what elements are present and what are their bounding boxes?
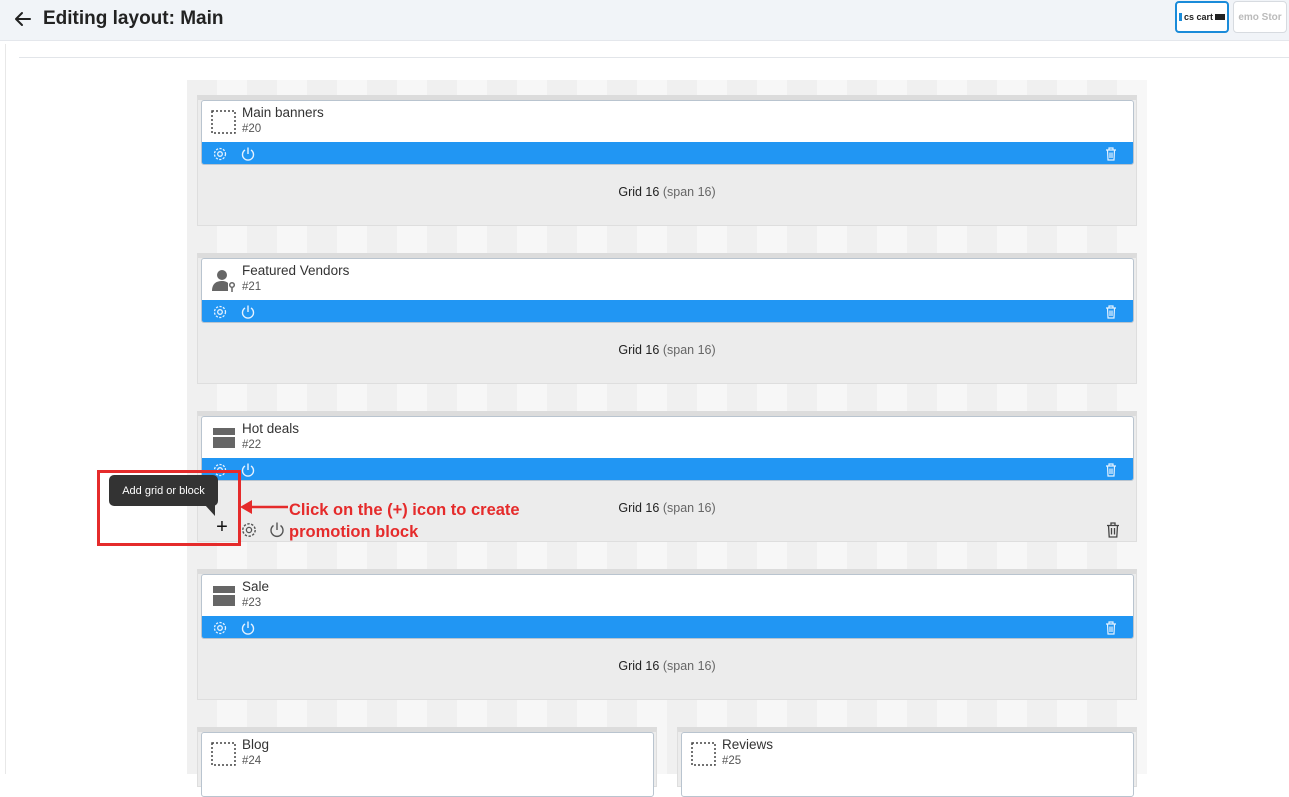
grid-container: Featured Vendors #21 Grid 16 (span 16) — [197, 253, 1137, 384]
grid-span: (span 16) — [662, 659, 716, 673]
grid-name: Grid 16 — [618, 501, 660, 515]
block-toolbar — [202, 300, 1133, 322]
block-reviews[interactable]: Reviews #25 — [681, 732, 1134, 797]
grid-container: Blog #24 — [197, 727, 657, 797]
vendor-icon — [212, 270, 236, 292]
gear-icon[interactable] — [212, 146, 228, 162]
block-blog[interactable]: Blog #24 — [201, 732, 654, 797]
placeholder-icon — [211, 742, 236, 766]
block-name: Reviews — [722, 737, 774, 752]
grid-label: Grid 16 (span 16) — [198, 185, 1136, 199]
grid-label: Grid 16 (span 16) — [198, 343, 1136, 357]
power-icon[interactable] — [240, 146, 256, 162]
box-icon — [213, 586, 235, 606]
layout-thumb-label: emo Stor — [1238, 11, 1282, 23]
logo-mark — [1215, 14, 1226, 20]
block-toolbar — [202, 142, 1133, 164]
grid-span: (span 16) — [662, 501, 716, 515]
annotation-text: Click on the (+) icon to create promotio… — [289, 499, 589, 543]
trash-icon[interactable] — [1103, 462, 1119, 478]
logo-mark — [1178, 13, 1182, 21]
grid-span: (span 16) — [662, 343, 716, 357]
gear-icon[interactable] — [212, 304, 228, 320]
placeholder-icon — [211, 110, 236, 134]
gear-icon[interactable] — [212, 620, 228, 636]
grid-span: (span 16) — [662, 185, 716, 199]
annotation-line: Click on the (+) icon to create — [289, 501, 520, 519]
grid-name: Grid 16 — [618, 659, 660, 673]
block-id: #20 — [242, 123, 262, 135]
annotation-arrow-icon — [240, 500, 288, 514]
block-name: Hot deals — [242, 421, 300, 436]
top-bar: Editing layout: Main cs cart emo Stor — [0, 0, 1289, 41]
gear-icon[interactable] — [240, 521, 258, 539]
block-id: #22 — [242, 439, 262, 451]
divider — [5, 44, 6, 774]
annotation-line: promotion block — [289, 523, 419, 541]
block-id: #25 — [722, 755, 742, 767]
trash-icon[interactable] — [1103, 304, 1119, 320]
layout-thumb-label: cs cart — [1183, 12, 1214, 22]
grid-name: Grid 16 — [618, 185, 660, 199]
arrow-left-icon[interactable] — [12, 8, 34, 30]
box-icon — [213, 428, 235, 448]
layout-thumb-demo-store[interactable]: emo Stor — [1233, 1, 1287, 33]
grid-label: Grid 16 (span 16) — [198, 659, 1136, 673]
block-name: Featured Vendors — [242, 263, 350, 278]
layout-thumb-cscart[interactable]: cs cart — [1175, 1, 1229, 33]
divider — [19, 57, 1289, 58]
block-name: Blog — [242, 737, 270, 752]
block-sale[interactable]: Sale #23 — [201, 574, 1134, 639]
grid-container: Reviews #25 — [677, 727, 1137, 797]
grid-container: Sale #23 Grid 16 (span 16) — [197, 569, 1137, 700]
block-id: #21 — [242, 281, 262, 293]
trash-icon[interactable] — [1103, 146, 1119, 162]
block-id: #24 — [242, 755, 262, 767]
power-icon[interactable] — [240, 620, 256, 636]
block-toolbar — [202, 458, 1133, 480]
block-id: #23 — [242, 597, 262, 609]
block-toolbar — [202, 616, 1133, 638]
power-icon[interactable] — [240, 462, 256, 478]
block-name: Main banners — [242, 105, 324, 120]
block-hot-deals[interactable]: Hot deals #22 — [201, 416, 1134, 481]
add-grid-or-block-button[interactable]: + — [213, 517, 231, 537]
power-icon[interactable] — [268, 521, 286, 539]
block-main-banners[interactable]: Main banners #20 — [201, 100, 1134, 165]
trash-icon[interactable] — [1103, 620, 1119, 636]
block-name: Sale — [242, 579, 270, 594]
power-icon[interactable] — [240, 304, 256, 320]
grid-container: Main banners #20 Grid 16 (span 16) — [197, 95, 1137, 226]
placeholder-icon — [691, 742, 716, 766]
block-featured-vendors[interactable]: Featured Vendors #21 — [201, 258, 1134, 323]
trash-icon[interactable] — [1104, 521, 1122, 539]
page-title: Editing layout: Main — [43, 8, 224, 29]
grid-name: Grid 16 — [618, 343, 660, 357]
